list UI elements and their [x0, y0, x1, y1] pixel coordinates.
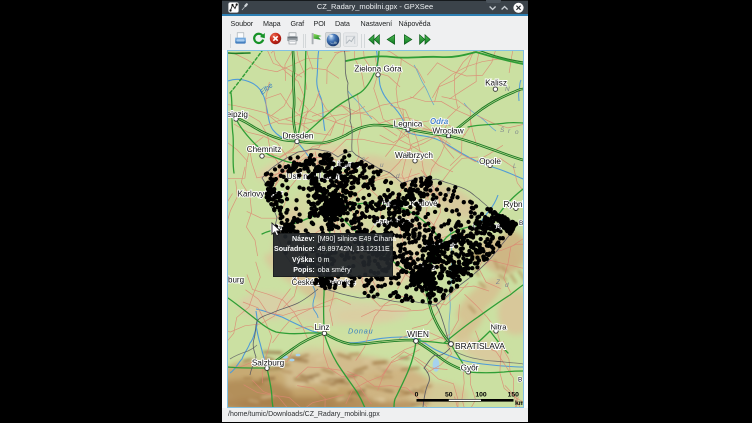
svg-text:Rybnik: Rybnik [503, 200, 523, 209]
svg-text:Salzburg: Salzburg [251, 359, 284, 368]
svg-text:Odra: Odra [430, 117, 449, 126]
svg-text:Leipzig: Leipzig [228, 110, 248, 119]
svg-text:Linz: Linz [314, 323, 329, 332]
svg-text:100: 100 [475, 392, 487, 399]
svg-text:Nitra: Nitra [490, 323, 507, 332]
svg-text:50: 50 [445, 392, 453, 399]
svg-text:km: km [515, 400, 523, 407]
svg-text:Donau: Donau [348, 327, 374, 336]
svg-text:u: u [380, 162, 384, 169]
svg-text:0: 0 [414, 392, 418, 399]
svg-text:Wałbrzych: Wałbrzych [395, 151, 433, 160]
svg-text:Opole: Opole [479, 157, 501, 166]
svg-text:N: N [505, 86, 510, 93]
svg-text:150: 150 [507, 392, 519, 399]
svg-text:Zielona Góra: Zielona Góra [354, 65, 402, 74]
svg-text:Ś: Ś [500, 125, 505, 134]
svg-text:WIEN: WIEN [407, 329, 429, 339]
svg-text:burg: burg [228, 276, 244, 285]
svg-text:Chemnitz: Chemnitz [246, 145, 281, 154]
svg-text:d: d [396, 173, 400, 180]
svg-text:o: o [515, 129, 519, 136]
svg-text:d: d [505, 282, 509, 289]
svg-text:B: B [519, 220, 523, 227]
svg-text:Legnica: Legnica [393, 120, 422, 129]
svg-text:B: B [518, 377, 522, 384]
svg-text:Wrocław: Wrocław [432, 127, 463, 136]
svg-text:Győr: Győr [460, 364, 478, 373]
svg-text:BRATISLAVA: BRATISLAVA [455, 341, 505, 351]
svg-text:Kalisz: Kalisz [485, 79, 507, 88]
svg-text:L: L [513, 163, 517, 170]
svg-text:Dresden: Dresden [282, 132, 313, 141]
